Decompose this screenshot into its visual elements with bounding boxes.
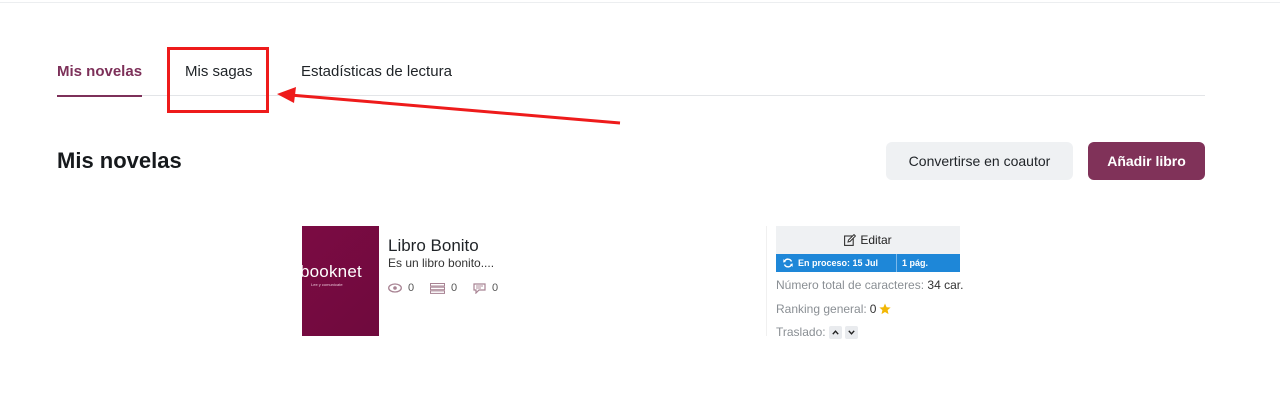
eye-icon [388, 283, 402, 293]
library-count: 0 [451, 282, 458, 294]
library-stat: 0 [430, 282, 457, 294]
chars-label: Número total de caracteres: [776, 278, 925, 292]
comments-stat: 0 [473, 282, 498, 294]
annotation-arrow [277, 87, 621, 125]
move-label: Traslado: [776, 325, 826, 339]
page-title: Mis novelas [57, 148, 182, 173]
library-icon [430, 282, 445, 294]
comment-icon [473, 282, 486, 294]
book-title[interactable]: Libro Bonito [388, 236, 479, 256]
pages-text: 1 pág. [902, 258, 929, 268]
refresh-icon [783, 258, 793, 268]
chevron-down-icon [847, 329, 855, 335]
status-text: En proceso: 15 Jul [798, 258, 879, 268]
ranking-value: 0 [869, 302, 877, 316]
views-stat: 0 [388, 282, 414, 294]
chars-value: 34 car. [927, 278, 964, 292]
ranking-info: Ranking general: 0 [776, 302, 892, 316]
edit-label: Editar [860, 233, 892, 247]
star-icon [879, 303, 892, 315]
add-book-button[interactable]: Añadir libro [1088, 142, 1205, 180]
become-coauthor-button[interactable]: Convertirse en coautor [886, 142, 1073, 180]
move-up-button[interactable] [828, 325, 842, 339]
book-description: Es un libro bonito.... [388, 256, 495, 270]
divider [766, 226, 767, 336]
comments-count: 0 [492, 282, 499, 294]
edit-icon [844, 234, 857, 246]
status-bar: En proceso: 15 Jul 1 pág. [776, 254, 960, 272]
cover-tagline: Lee y comunícate [311, 282, 343, 287]
edit-button[interactable]: Editar [776, 226, 960, 254]
move-down-button[interactable] [844, 325, 858, 339]
ranking-label: Ranking general: [776, 302, 867, 316]
move-info: Traslado: [776, 325, 858, 339]
cover-logo: booknet [302, 262, 362, 281]
chars-info: Número total de caracteres: 34 car. [776, 278, 963, 292]
chevron-up-icon [831, 329, 839, 335]
book-cover[interactable]: booknet Lee y comunícate [302, 226, 379, 336]
views-count: 0 [408, 282, 415, 294]
